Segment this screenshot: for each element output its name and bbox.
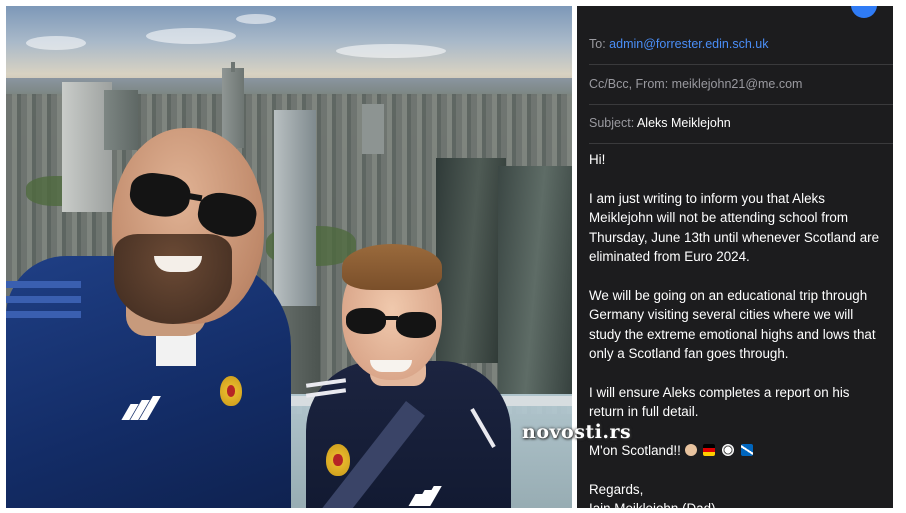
skyscraper	[104, 90, 138, 150]
to-row[interactable]: To: admin@forrester.edin.sch.uk	[589, 37, 893, 51]
spire	[231, 62, 235, 72]
to-address[interactable]: admin@forrester.edin.sch.uk	[609, 37, 768, 51]
paragraph-2: We will be going on an educational trip …	[589, 287, 876, 362]
cloud	[336, 44, 446, 58]
subject-value[interactable]: Aleks Meiklejohn	[637, 116, 731, 130]
signature: Iain Meiklejohn (Dad)	[589, 499, 885, 508]
subject-row[interactable]: Subject: Aleks Meiklejohn	[589, 116, 893, 130]
cloud	[146, 28, 236, 44]
football-emoji	[722, 444, 735, 457]
to-label: To:	[589, 37, 606, 51]
ccbcc-from-row[interactable]: Cc/Bcc, From: meiklejohn21@me.com	[589, 77, 893, 91]
ccbcc-from-label: Cc/Bcc, From:	[589, 77, 669, 91]
jacket-stripe	[6, 311, 81, 318]
boy-sunglasses-left	[346, 308, 386, 334]
cloud	[26, 36, 86, 50]
closing: Regards,	[589, 481, 644, 497]
motto-text: M'on Scotland!!	[589, 443, 681, 459]
divider	[589, 64, 893, 65]
skyscraper	[436, 158, 506, 363]
from-address[interactable]: meiklejohn21@me.com	[672, 77, 803, 91]
boy-sunglasses-right	[396, 312, 436, 338]
greeting: Hi!	[589, 152, 606, 167]
jacket-stripe	[6, 281, 81, 288]
scotland-crest-icon	[220, 376, 242, 406]
paragraph-3: I will ensure Aleks completes a report o…	[589, 384, 850, 420]
cloud	[236, 14, 276, 24]
watermark: novosti.rs	[522, 421, 632, 443]
subject-label: Subject:	[589, 116, 635, 130]
boy-smile	[370, 360, 412, 372]
man-beard	[114, 234, 232, 324]
germany-flag-emoji	[703, 444, 716, 457]
paragraph-1: I am just writing to inform you that Ale…	[589, 190, 880, 265]
fist-emoji	[684, 444, 697, 457]
email-body[interactable]: Hi! I am just writing to inform you that…	[589, 150, 885, 508]
scotland-crest-icon	[326, 444, 350, 476]
jacket-stripe	[6, 296, 81, 303]
sunglasses-bridge	[382, 316, 398, 320]
selfie-photo	[6, 6, 572, 508]
divider	[589, 104, 893, 105]
sky	[6, 6, 572, 86]
skyscraper	[498, 166, 572, 396]
motto-line: M'on Scotland!!	[589, 441, 885, 460]
skyscraper	[362, 104, 384, 154]
skyscraper	[222, 68, 244, 148]
skyscraper	[274, 110, 316, 310]
contact-avatar[interactable]	[851, 6, 877, 18]
divider	[589, 143, 893, 144]
boy-hair	[342, 244, 442, 290]
scotland-flag-emoji	[740, 444, 753, 457]
